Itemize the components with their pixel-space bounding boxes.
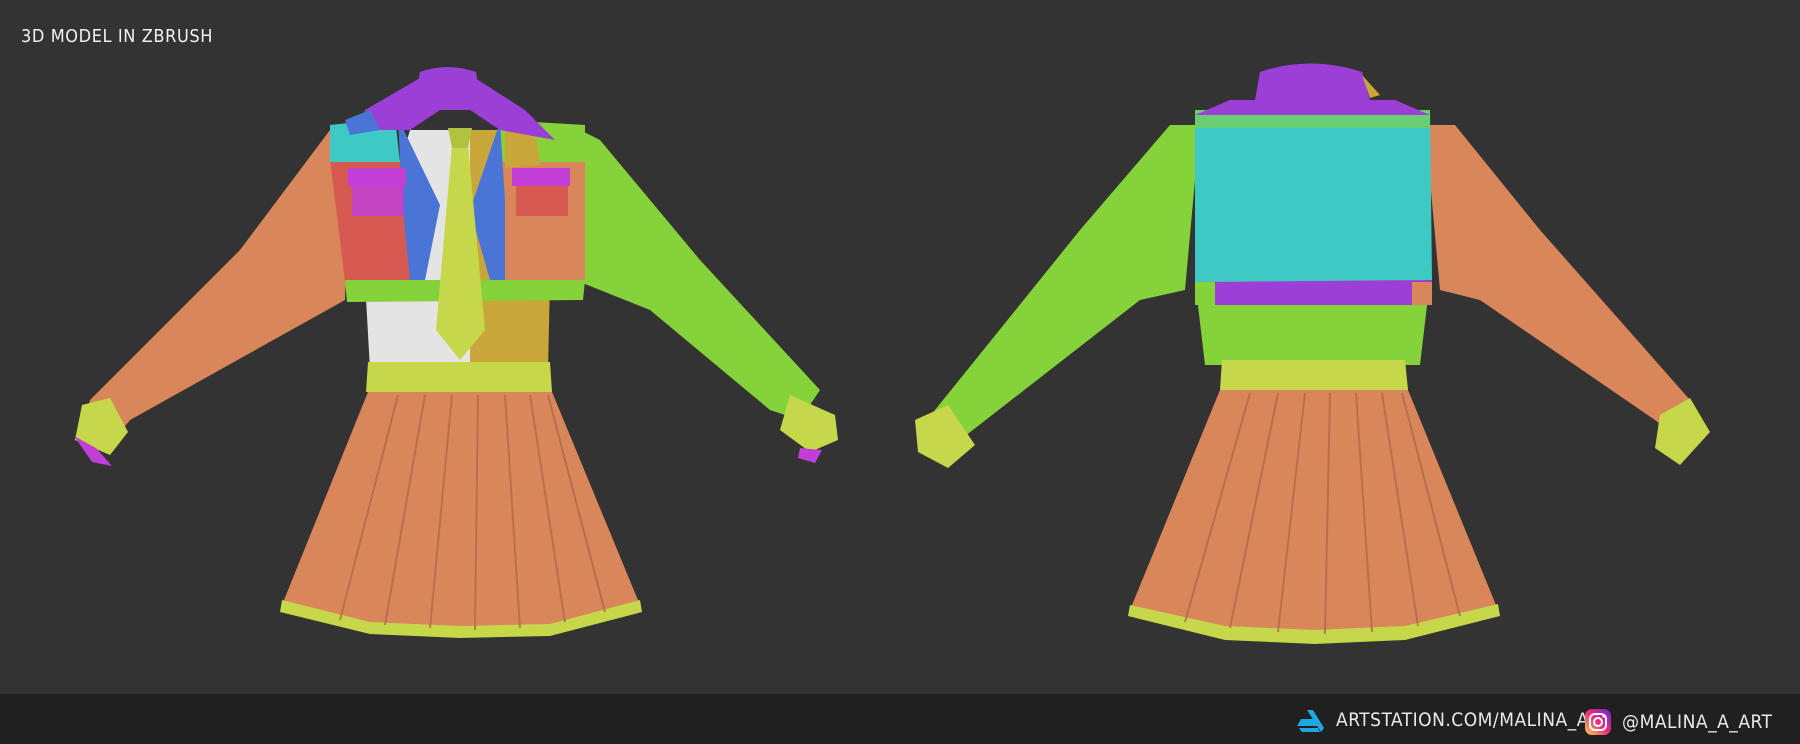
artstation-url: ARTSTATION.COM/MALINA_A	[1336, 709, 1589, 731]
instagram-handle: @MALINA_A_ART	[1622, 711, 1773, 733]
back-collar	[1255, 63, 1370, 100]
back-view-model	[915, 63, 1710, 644]
instagram-icon	[1584, 708, 1612, 736]
zbrush-viewport: 3D MODEL IN ZBRUSH	[0, 0, 1800, 694]
back-right-sleeve	[1425, 125, 1700, 440]
front-view-model	[74, 67, 838, 638]
back-jacket-panel	[1195, 110, 1432, 282]
outfit-renders	[74, 63, 1710, 644]
back-left-sleeve	[920, 125, 1200, 455]
artstation-icon	[1296, 708, 1326, 732]
front-right-cuff	[780, 395, 838, 452]
back-skirt	[1130, 390, 1498, 636]
footer-bar: ARTSTATION.COM/MALINA_A @MALINA_A_ART	[0, 694, 1800, 744]
artstation-link[interactable]: ARTSTATION.COM/MALINA_A	[1296, 708, 1589, 732]
instagram-link[interactable]: @MALINA_A_ART	[1584, 708, 1772, 736]
back-waistband	[1220, 360, 1408, 390]
